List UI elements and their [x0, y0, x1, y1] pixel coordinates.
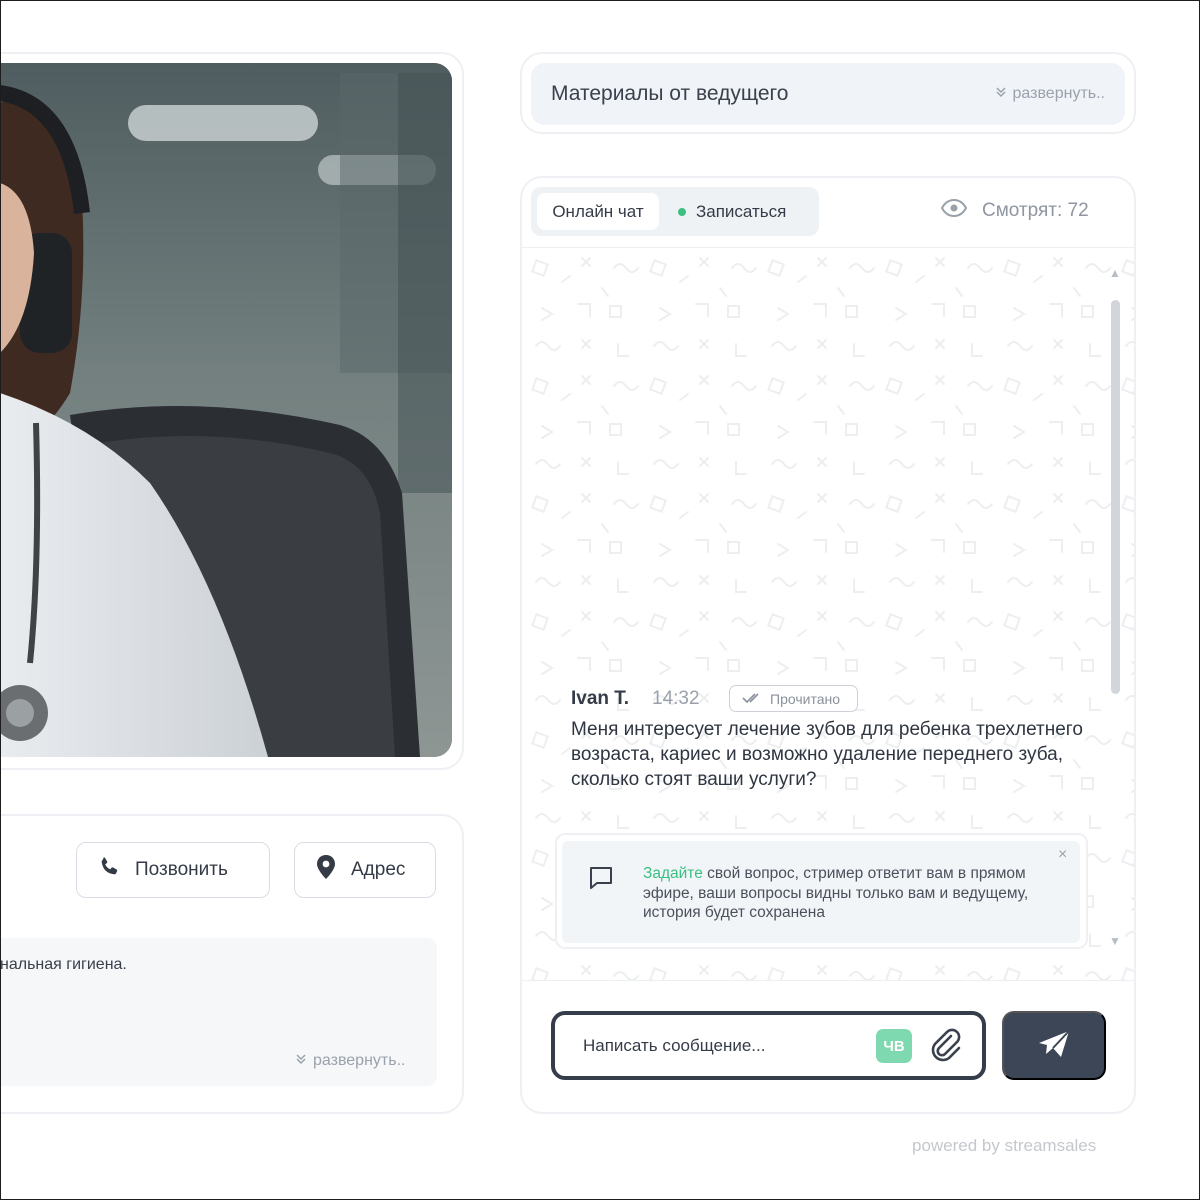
tab-online-chat-label: Онлайн чат: [552, 201, 644, 221]
double-check-icon: [742, 691, 762, 707]
video-player[interactable]: [0, 63, 452, 757]
message-time: 14:32: [652, 688, 700, 709]
paperclip-icon[interactable]: [929, 1027, 963, 1068]
hint-text: Задайте свой вопрос, стример ответит вам…: [643, 864, 1043, 923]
send-icon: [1037, 1029, 1071, 1062]
materials-accordion[interactable]: Материалы от ведущего развернуть..: [531, 63, 1125, 125]
address-button-label: Адрес: [351, 859, 406, 880]
read-status-badge: Прочитано: [729, 685, 858, 712]
powered-by-text: powered by streamsales: [912, 1136, 1097, 1155]
online-dot-icon: [678, 207, 686, 216]
chat-bubble-icon: [588, 865, 614, 896]
materials-expand-link[interactable]: развернуть..: [995, 85, 1105, 103]
phone-icon: [97, 855, 121, 885]
chevrons-down-icon: [295, 1052, 307, 1070]
viewers-count: Смотрят: 72: [982, 200, 1089, 221]
message-text: Меня интересует лечение зубов для ребенк…: [571, 719, 1083, 790]
eye-icon: [940, 198, 968, 224]
tab-online-chat[interactable]: Онлайн чат: [537, 193, 659, 230]
keyboard-layout-badge[interactable]: ЧВ: [876, 1029, 912, 1063]
scroll-up-arrow-icon[interactable]: ▲: [1109, 266, 1121, 280]
scroll-down-arrow-icon[interactable]: ▼: [1109, 934, 1121, 948]
chevrons-down-icon: [995, 85, 1007, 103]
description-expand-link[interactable]: развернуть..: [295, 1052, 405, 1070]
materials-expand-label: развернуть..: [1012, 85, 1105, 102]
chat-scrollbar[interactable]: [1111, 300, 1120, 694]
address-button[interactable]: Адрес: [294, 842, 436, 898]
map-pin-icon: [315, 854, 337, 886]
video-frame-image: [0, 63, 452, 757]
read-status-label: Прочитано: [770, 690, 840, 707]
hint-accent-word: Задайте: [643, 865, 703, 882]
input-divider: [522, 980, 1134, 981]
tab-signup[interactable]: Записаться: [672, 193, 812, 230]
description-expand-label: развернуть..: [313, 1052, 406, 1069]
send-button[interactable]: [1002, 1011, 1106, 1080]
message-author: Ivan T.: [571, 688, 630, 709]
tab-signup-label: Записаться: [696, 201, 787, 221]
call-button[interactable]: Позвонить: [76, 842, 270, 898]
materials-title: Материалы от ведущего: [551, 82, 789, 105]
close-icon[interactable]: ×: [1058, 846, 1067, 864]
call-button-label: Позвонить: [135, 859, 228, 880]
description-text: нальная гигиена.: [0, 956, 127, 973]
viewers-counter: Смотрят: 72: [940, 198, 1089, 224]
message-input[interactable]: [583, 1032, 863, 1060]
